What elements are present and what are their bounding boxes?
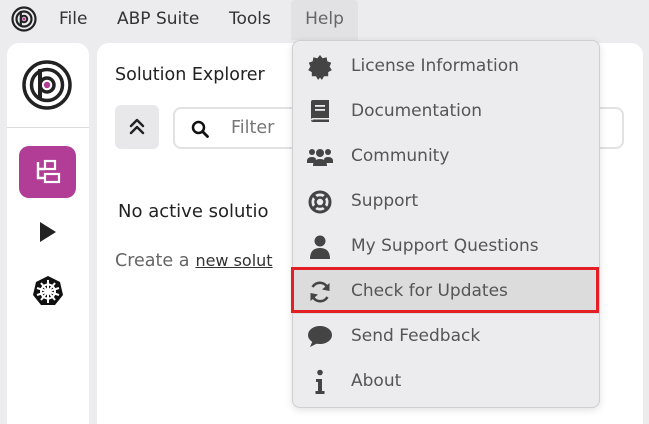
solution-explorer-button[interactable]: [19, 146, 76, 198]
create-solution-line: Create a new solut: [115, 251, 273, 271]
menu-item-label: License Information: [351, 56, 519, 76]
help-dropdown-menu: License Information Documentation Commun…: [292, 40, 600, 408]
new-solution-link[interactable]: new solut: [195, 251, 272, 270]
menu-item-my-support-questions[interactable]: My Support Questions: [293, 224, 599, 269]
run-button[interactable]: [19, 206, 76, 258]
no-active-solution-text: No active solutio: [118, 201, 269, 222]
kubernetes-icon: [32, 276, 63, 305]
chevrons-up-icon: [129, 118, 145, 135]
menu-file[interactable]: File: [59, 0, 87, 40]
menu-item-label: Send Feedback: [351, 326, 481, 346]
app-logo-icon: [11, 6, 37, 32]
sidebar: [7, 43, 89, 424]
menu-item-about[interactable]: About: [293, 359, 599, 404]
abp-logo-icon: [22, 60, 72, 110]
menu-item-license-information[interactable]: License Information: [293, 44, 599, 89]
solution-tree-icon: [36, 159, 60, 184]
sync-icon: [307, 279, 333, 305]
menu-item-send-feedback[interactable]: Send Feedback: [293, 314, 599, 359]
lifebuoy-icon: [307, 189, 333, 215]
info-icon: [307, 369, 333, 395]
certificate-icon: [307, 54, 333, 80]
book-icon: [307, 99, 333, 125]
users-icon: [307, 144, 333, 170]
search-icon: [191, 120, 209, 138]
menu-item-label: Check for Updates: [351, 281, 508, 301]
menu-item-label: About: [351, 371, 402, 391]
create-prefix: Create a: [115, 251, 190, 271]
menu-item-label: My Support Questions: [351, 236, 539, 256]
menu-item-community[interactable]: Community: [293, 134, 599, 179]
menu-item-support[interactable]: Support: [293, 179, 599, 224]
play-icon: [39, 222, 56, 242]
menu-abp-suite[interactable]: ABP Suite: [117, 0, 199, 40]
user-icon: [307, 234, 333, 260]
menu-help[interactable]: Help: [291, 0, 358, 40]
menu-item-documentation[interactable]: Documentation: [293, 89, 599, 134]
sidebar-divider: [7, 127, 89, 128]
menu-item-label: Documentation: [351, 101, 483, 121]
menu-item-label: Support: [351, 191, 419, 211]
collapse-all-button[interactable]: [115, 105, 159, 149]
menu-item-check-for-updates[interactable]: Check for Updates: [293, 269, 599, 314]
menubar: File ABP Suite Tools Help: [0, 0, 649, 40]
menu-tools[interactable]: Tools: [229, 0, 271, 40]
menu-item-label: Community: [351, 146, 450, 166]
kubernetes-button[interactable]: [19, 265, 76, 317]
comment-icon: [307, 324, 333, 350]
panel-title: Solution Explorer: [115, 65, 265, 85]
